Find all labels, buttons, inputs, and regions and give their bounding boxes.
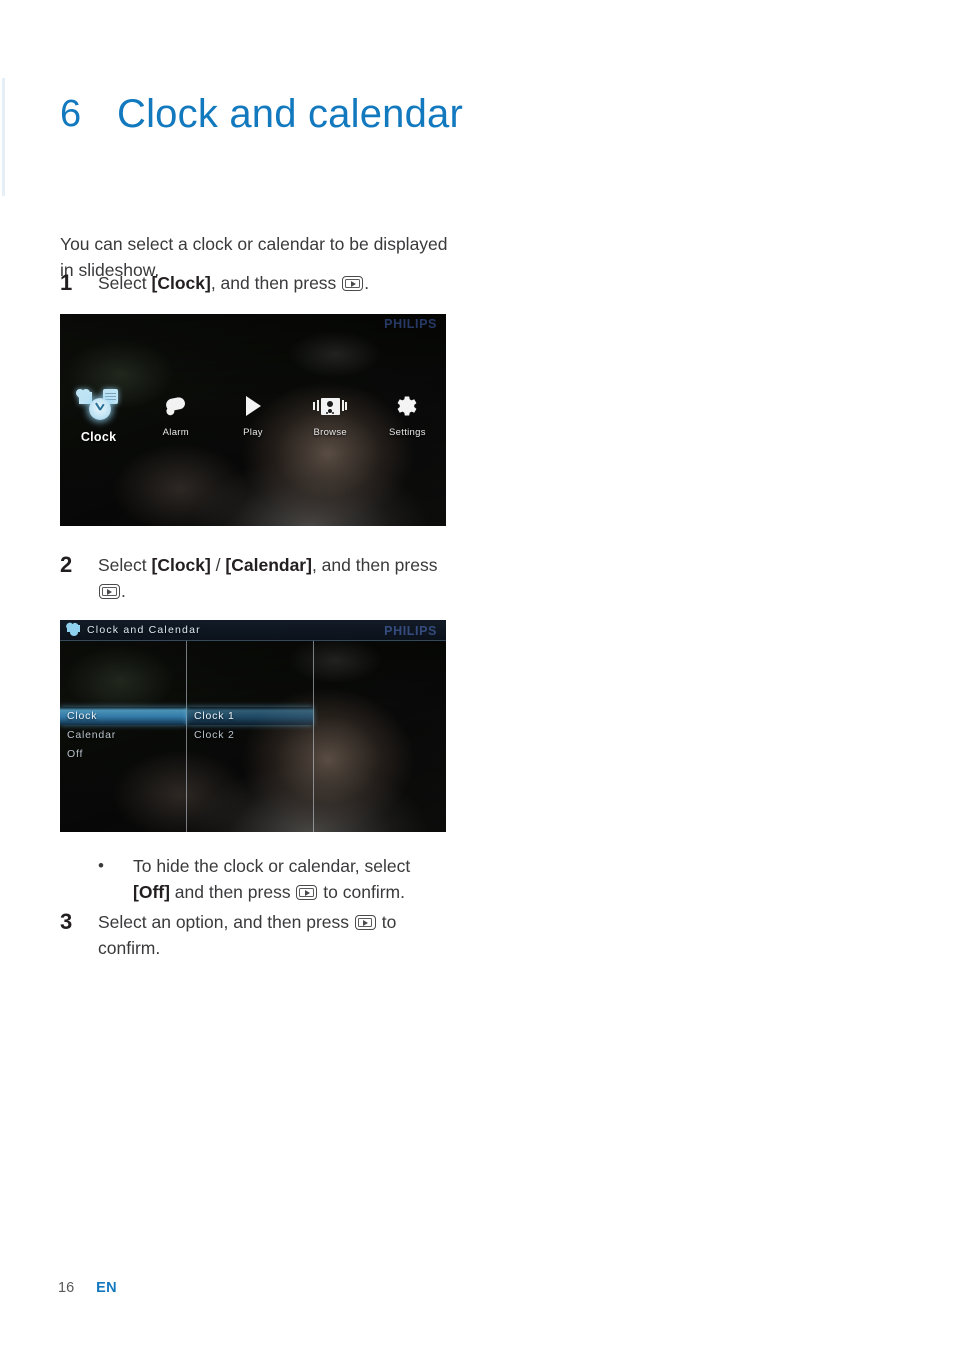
step-1-seg-1: [Clock] (151, 273, 211, 293)
step-1-seg-0: Select (98, 273, 152, 293)
home-menu-label-alarm: Alarm (162, 427, 189, 438)
step-2-seg-4: , and then press (311, 555, 438, 575)
play-triangle-icon (214, 386, 291, 426)
step-1-seg-2: , and then press (210, 273, 342, 293)
footer-language: EN (96, 1280, 117, 1296)
note-hide-clock: • To hide the clock or calendar, select … (98, 853, 450, 905)
chapter-title: Clock and calendar (117, 91, 464, 136)
home-menu-item-browse[interactable]: Browse (292, 386, 369, 456)
page-title: 6 Clock and calendar (60, 89, 480, 139)
play-key-icon (296, 885, 318, 900)
step-1-number: 1 (60, 270, 73, 295)
home-menu-label-play: Play (243, 427, 263, 438)
home-menu-label-settings: Settings (389, 427, 426, 438)
step-1-seg-4: . (364, 273, 370, 293)
alarm-bell-icon (137, 386, 214, 426)
menu-column-divider-2 (313, 640, 314, 832)
note-seg-0: To hide the clock or calendar, select (133, 856, 411, 876)
step-2-number: 2 (60, 552, 73, 577)
step-2-seg-0: Select (98, 555, 152, 575)
step-3-text: Select an option, and then press to conf… (98, 909, 452, 961)
philips-logo: PHILIPS (384, 317, 437, 331)
step-2-seg-2: / (210, 555, 226, 575)
device-home-menu: Clock Alarm Play Browse Settings (60, 386, 446, 456)
home-menu-item-play[interactable]: Play (214, 386, 291, 456)
step-3-seg-0: Select an option, and then press (98, 912, 354, 932)
note-seg-1: [Off] (133, 882, 170, 902)
note-text: To hide the clock or calendar, select [O… (133, 853, 450, 905)
step-2-text: Select [Clock] / [Calendar], and then pr… (98, 552, 452, 604)
step-3: 3 Select an option, and then press to co… (60, 909, 452, 961)
footer-page-number: 16 (58, 1280, 75, 1296)
play-key-icon (342, 276, 364, 291)
menu-option-clock-1[interactable]: Clock 1 (187, 707, 313, 725)
note-seg-4: to confirm. (318, 882, 405, 902)
figure-home-screen: PHILIPS Clock Alarm Play Browse Settings (60, 314, 446, 526)
menu-option-clock[interactable]: Clock (60, 707, 186, 725)
menu-column-primary: Clock Calendar Off (60, 620, 186, 832)
manual-page: 6 Clock and calendar You can select a cl… (0, 0, 954, 1350)
step-2-seg-1: [Clock] (151, 555, 211, 575)
page-footer: 16 EN (58, 1280, 117, 1296)
play-key-icon (354, 915, 376, 930)
home-menu-item-clock[interactable]: Clock (60, 386, 137, 456)
menu-column-secondary: Clock 1 Clock 2 (187, 620, 313, 832)
left-margin-rule (2, 78, 5, 196)
browse-photo-icon (292, 386, 369, 426)
menu-option-off[interactable]: Off (60, 745, 186, 763)
gear-icon (369, 386, 446, 426)
figure-clock-calendar-menu: Clock and Calendar PHILIPS Clock Calenda… (60, 620, 446, 832)
step-2: 2 Select [Clock] / [Calendar], and then … (60, 552, 452, 604)
clock-calendar-icon (60, 386, 137, 426)
step-2-seg-6: . (121, 581, 126, 601)
step-3-number: 3 (60, 909, 73, 934)
play-key-icon (99, 584, 120, 599)
note-seg-2: and then press (169, 882, 296, 902)
step-1-text: Select [Clock], and then press . (98, 270, 452, 296)
home-menu-label-clock: Clock (80, 430, 117, 444)
home-menu-item-alarm[interactable]: Alarm (137, 386, 214, 456)
philips-logo: PHILIPS (384, 624, 437, 638)
home-menu-label-browse: Browse (313, 427, 347, 438)
note-bullet: • (98, 856, 104, 875)
menu-option-calendar[interactable]: Calendar (60, 726, 186, 744)
step-1: 1 Select [Clock], and then press . (60, 270, 452, 296)
home-menu-item-settings[interactable]: Settings (369, 386, 446, 456)
menu-option-clock-2[interactable]: Clock 2 (187, 726, 313, 744)
chapter-number: 6 (60, 92, 82, 135)
step-2-seg-3: [Calendar] (225, 555, 312, 575)
